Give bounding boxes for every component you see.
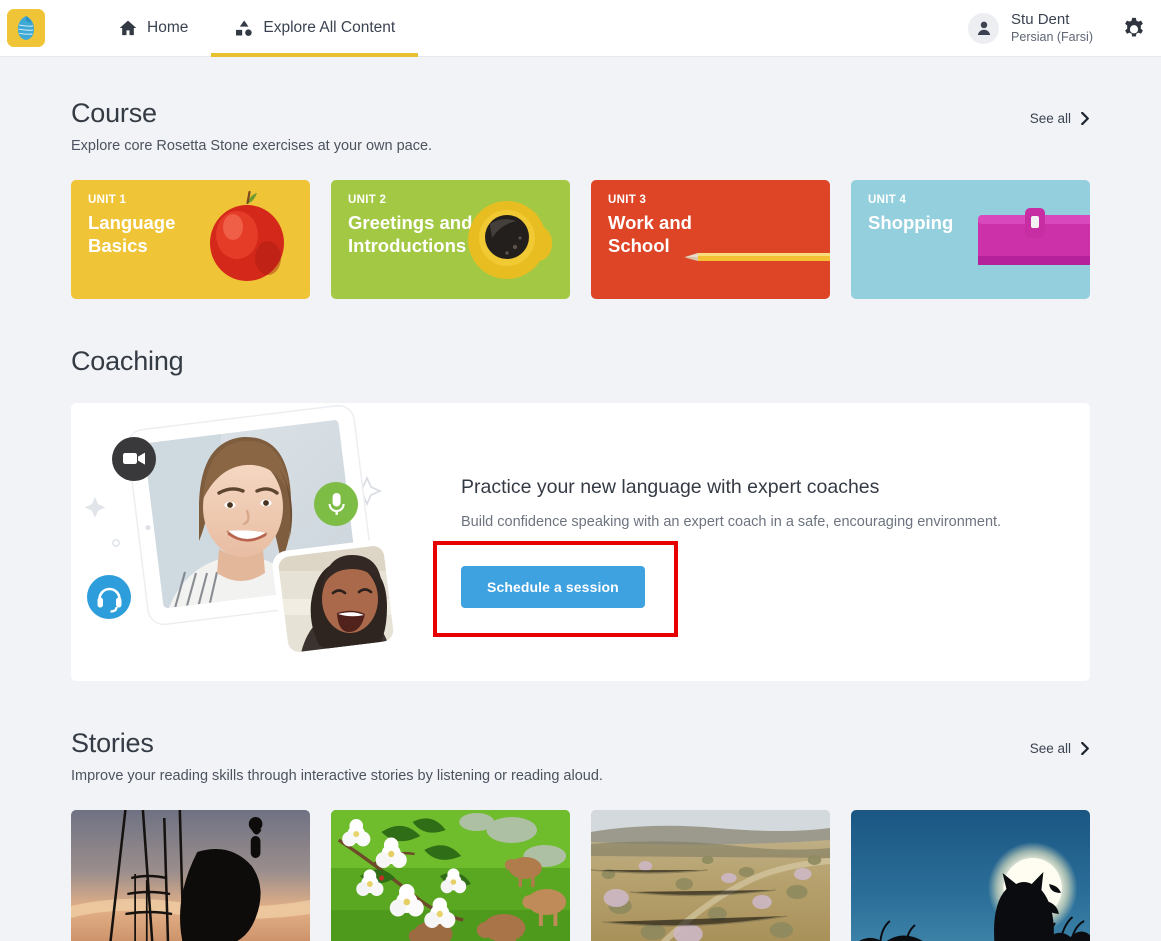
stories-title: Stories [71, 728, 603, 759]
unit-card-row: UNIT 1 Language Basics UNIT 2 Greeti [71, 180, 1090, 299]
settings-button[interactable] [1120, 14, 1148, 42]
home-icon [118, 18, 138, 38]
wallet-illustration [970, 180, 1090, 299]
story-card-1[interactable] [71, 810, 310, 941]
headset-badge [87, 575, 131, 619]
nav-item-home-label: Home [147, 19, 188, 37]
stories-see-all-label: See all [1030, 741, 1071, 756]
chevron-right-icon [1080, 112, 1090, 125]
story-card-row [71, 810, 1090, 941]
story-card-2[interactable] [331, 810, 570, 941]
course-section-header: Course Explore core Rosetta Stone exerci… [71, 98, 1090, 154]
story-3-image [591, 810, 830, 941]
schedule-button-wrap: Schedule a session [461, 566, 645, 608]
unit-card-2-name: Greetings and Introductions [348, 212, 472, 257]
coaching-heading: Practice your new language with expert c… [461, 476, 1050, 499]
top-navigation-bar: Home Explore All Content Stu Dent Persia… [0, 0, 1161, 57]
coaching-copy: Practice your new language with expert c… [461, 476, 1090, 609]
unit-card-2-label: UNIT 2 [348, 194, 386, 206]
unit-card-3[interactable]: UNIT 3 Work and School [591, 180, 830, 299]
unit-card-1[interactable]: UNIT 1 Language Basics [71, 180, 310, 299]
nav-item-explore-all-content-label: Explore All Content [263, 19, 395, 37]
pencil-illustration [670, 180, 830, 299]
rosetta-stone-logo[interactable] [7, 9, 45, 47]
stories-subtitle: Improve your reading skills through inte… [71, 768, 603, 784]
stories-section: Stories Improve your reading skills thro… [71, 681, 1090, 941]
coaching-card: Practice your new language with expert c… [71, 403, 1090, 681]
coaching-description: Build confidence speaking with an expert… [461, 512, 1006, 534]
unit-card-1-name: Language Basics [88, 212, 175, 257]
stories-see-all-link[interactable]: See all [1030, 728, 1090, 756]
user-profile-menu[interactable]: Stu Dent Persian (Farsi) [968, 0, 1093, 56]
story-4-image [851, 810, 1090, 941]
unit-card-4-name: Shopping [868, 212, 953, 235]
coaching-illustration [71, 403, 461, 681]
stories-section-header: Stories Improve your reading skills thro… [71, 728, 1090, 784]
unit-card-4[interactable]: UNIT 4 Shopping [851, 180, 1090, 299]
unit-card-2[interactable]: UNIT 2 Greetings and Introductions [331, 180, 570, 299]
shapes-icon [234, 18, 254, 38]
unit-card-3-label: UNIT 3 [608, 194, 646, 206]
story-card-4[interactable] [851, 810, 1090, 941]
course-see-all-label: See all [1030, 111, 1071, 126]
story-card-3[interactable] [591, 810, 830, 941]
course-title: Course [71, 98, 432, 129]
unit-card-4-label: UNIT 4 [868, 194, 906, 206]
rosetta-stone-logo-icon [16, 15, 36, 41]
unit-card-3-name: Work and School [608, 212, 692, 257]
apple-illustration [185, 180, 310, 299]
user-language: Persian (Farsi) [1011, 30, 1093, 45]
coaching-title: Coaching [71, 346, 1090, 377]
story-1-image [71, 810, 310, 941]
chevron-right-icon [1080, 742, 1090, 755]
nav-item-home[interactable]: Home [95, 0, 211, 56]
course-subtitle: Explore core Rosetta Stone exercises at … [71, 138, 432, 154]
user-name: Stu Dent [1011, 11, 1093, 29]
coaching-section: Coaching [71, 299, 1090, 681]
person-icon [974, 18, 994, 38]
nav-item-explore-all-content[interactable]: Explore All Content [211, 0, 418, 56]
schedule-a-session-button[interactable]: Schedule a session [461, 566, 645, 608]
avatar [968, 13, 999, 44]
page-content: Course Explore core Rosetta Stone exerci… [0, 57, 1161, 941]
course-section: Course Explore core Rosetta Stone exerci… [71, 57, 1090, 299]
course-see-all-link[interactable]: See all [1030, 98, 1090, 126]
user-identity: Stu Dent Persian (Farsi) [1011, 11, 1093, 45]
story-2-image [331, 810, 570, 941]
unit-card-1-label: UNIT 1 [88, 194, 126, 206]
primary-nav-links: Home Explore All Content [95, 0, 418, 56]
gear-icon [1121, 15, 1147, 41]
